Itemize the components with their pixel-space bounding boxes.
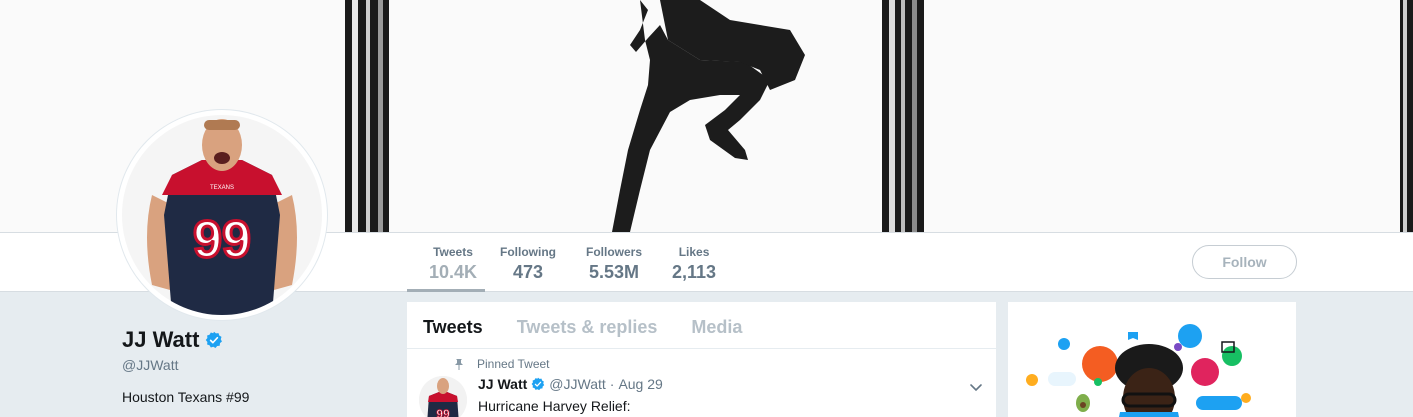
tweet-avatar-jersey-number: 99: [436, 407, 450, 417]
avatar-jersey-number: 99: [193, 211, 251, 269]
profile-name[interactable]: JJ Watt: [122, 327, 199, 353]
stat-followers[interactable]: Followers 5.53M: [571, 233, 657, 292]
profile-avatar[interactable]: TEXANS 99: [117, 110, 327, 320]
timeline-panel: Tweets Tweets & replies Media Pinned Twe…: [407, 302, 996, 417]
avatar-photo: TEXANS 99: [122, 115, 322, 315]
tab-tweets-and-replies[interactable]: Tweets & replies: [517, 302, 658, 348]
follow-button[interactable]: Follow: [1192, 245, 1297, 279]
promo-illustration: [1026, 324, 1251, 417]
stat-likes[interactable]: Likes 2,113: [657, 233, 731, 292]
side-promo-card[interactable]: [1008, 302, 1296, 417]
tweet-separator: ·: [609, 376, 615, 392]
profile-handle[interactable]: @JJWatt: [122, 357, 178, 373]
pinned-tweet-text: Pinned Tweet: [477, 357, 550, 371]
stat-label: Followers: [586, 245, 643, 259]
stat-following[interactable]: Following 473: [485, 233, 571, 292]
stat-value: 473: [512, 262, 544, 282]
tweet-timestamp[interactable]: Aug 29: [618, 376, 662, 392]
tab-media[interactable]: Media: [691, 302, 742, 348]
profile-stats: Tweets 10.4K Following 473 Followers 5.5…: [407, 233, 731, 292]
tweet-author-avatar[interactable]: 99: [419, 376, 467, 417]
tweet-author-handle[interactable]: @JJWatt: [549, 376, 605, 392]
profile-name-row: JJ Watt: [122, 327, 223, 353]
tweet-text: Hurricane Harvey Relief:: [478, 398, 631, 414]
tab-tweets[interactable]: Tweets: [423, 302, 483, 348]
stat-label: Following: [500, 245, 556, 259]
avatar-team-text: TEXANS: [210, 185, 234, 191]
stat-label: Tweets: [433, 245, 473, 259]
stat-value: 2,113: [672, 262, 717, 282]
tweet-author-name[interactable]: JJ Watt: [478, 376, 527, 392]
verified-badge-icon: [531, 377, 545, 391]
profile-page: Tweets 10.4K Following 473 Followers 5.5…: [0, 0, 1413, 417]
stat-label: Likes: [678, 245, 710, 259]
stat-value: 10.4K: [428, 262, 478, 282]
chevron-down-icon[interactable]: [969, 380, 983, 394]
tweet-header: JJ Watt @JJWatt · Aug 29: [478, 376, 663, 392]
profile-bio: Houston Texans #99: [122, 389, 250, 405]
stat-value: 5.53M: [588, 262, 640, 282]
pin-icon: [455, 359, 463, 370]
timeline-tabs: Tweets Tweets & replies Media: [407, 302, 996, 349]
tweet-avatar-photo: 99: [419, 376, 467, 417]
stat-tweets[interactable]: Tweets 10.4K: [407, 233, 485, 292]
verified-badge-icon: [206, 331, 223, 348]
pinned-tweet-label: Pinned Tweet: [453, 357, 550, 371]
